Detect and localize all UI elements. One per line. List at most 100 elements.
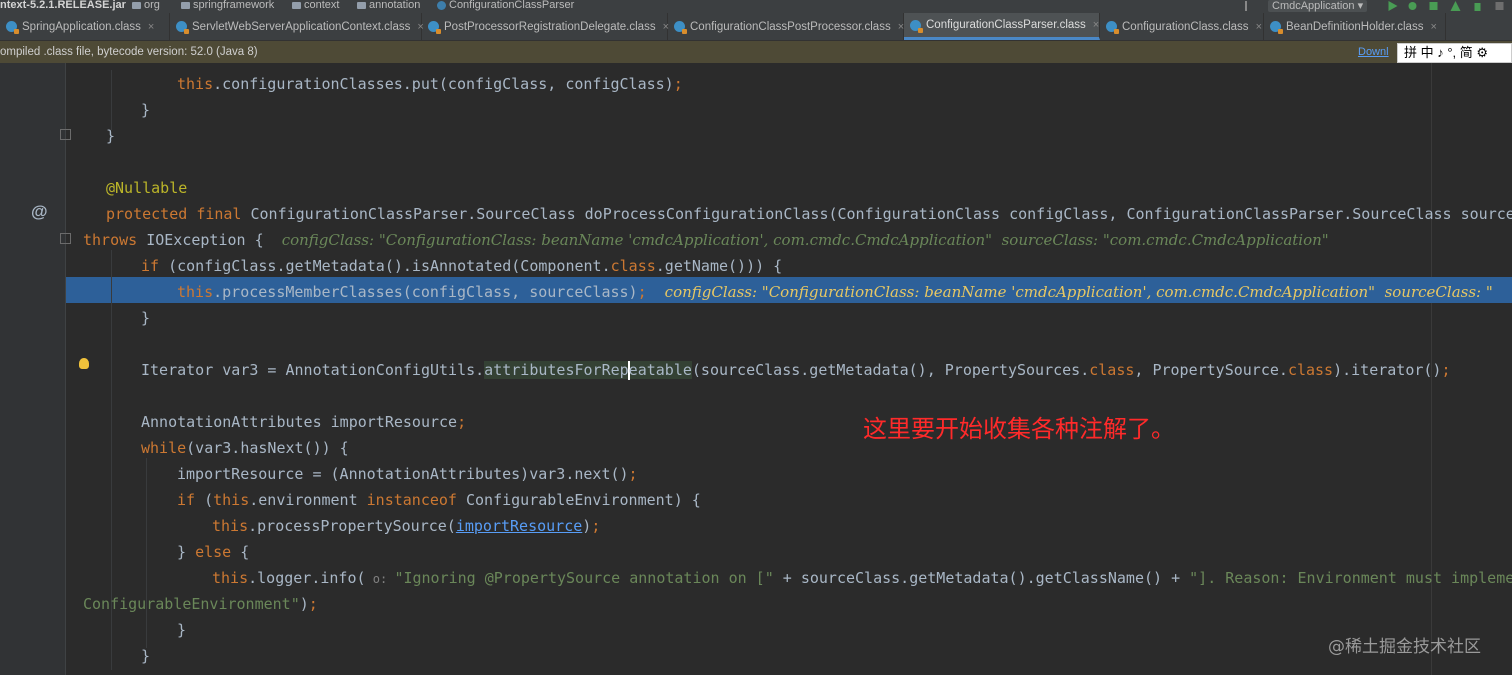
code-line: this.configurationClasses.put(configClas… — [177, 71, 683, 97]
code-line: while(var3.hasNext()) { — [141, 435, 349, 461]
breadcrumb-annotation[interactable]: annotation — [357, 0, 420, 11]
ime-toolbar[interactable]: 拼 中 ♪ °, 简 ⚙ — [1397, 43, 1512, 63]
code-token: while — [141, 439, 187, 457]
stop-icon[interactable] — [1494, 1, 1505, 11]
code-token: this — [212, 569, 249, 587]
download-sources-link[interactable]: Downl — [1358, 41, 1389, 63]
code-line: @Nullable — [106, 175, 187, 201]
editor-tab-strip: SpringApplication.class × ServletWebServ… — [0, 13, 1512, 41]
tab-label: ServletWebServerApplicationContext.class — [192, 20, 411, 33]
code-token: Iterator var3 = AnnotationConfigUtils. — [141, 361, 485, 379]
code-token: throws — [83, 231, 138, 249]
class-file-icon — [1270, 21, 1283, 34]
breadcrumb-class[interactable]: ConfigurationClassParser — [437, 0, 574, 11]
close-icon[interactable]: × — [148, 21, 154, 33]
tab-label: ConfigurationClassPostProcessor.class — [690, 20, 891, 33]
code-token: .configurationClasses.put(configClass, c… — [213, 75, 674, 93]
tab-configuration-class-parser[interactable]: ConfigurationClassParser.class × — [904, 13, 1100, 40]
code-token: if — [141, 257, 160, 275]
breadcrumb-annotation-label: annotation — [369, 0, 421, 11]
code-token: (sourceClass.getMetadata(), PropertySour… — [691, 361, 1090, 379]
tab-label: ConfigurationClass.class — [1122, 20, 1249, 33]
code-token: class — [610, 257, 656, 275]
close-icon[interactable]: × — [1093, 19, 1099, 31]
class-file-icon — [674, 21, 687, 34]
breadcrumb-context-label: context — [304, 0, 340, 11]
tab-configuration-class-post-processor[interactable]: ConfigurationClassPostProcessor.class × — [668, 13, 904, 40]
code-line: } — [177, 617, 186, 643]
breadcrumb-context[interactable]: context — [292, 0, 339, 11]
code-token: + sourceClass.getMetadata().getClassName… — [773, 569, 1190, 587]
code-token: "Ignoring @PropertySource annotation on … — [394, 569, 774, 587]
code-token: else — [195, 543, 232, 561]
code-token: attributesForRepeatable — [484, 361, 692, 380]
code-token: .getName())) { — [655, 257, 783, 275]
watermark: @稀土掘金技术社区 — [1328, 637, 1481, 657]
code-token: } — [106, 127, 116, 145]
code-line: importResource = (AnnotationAttributes)v… — [177, 461, 638, 487]
class-file-icon — [1106, 21, 1119, 34]
tab-spring-application[interactable]: SpringApplication.class × — [0, 13, 170, 40]
profile-icon[interactable] — [1450, 1, 1461, 11]
code-token: } — [177, 621, 187, 639]
code-token: ConfigurableEnvironment" — [83, 595, 300, 613]
code-line: Iterator var3 = AnnotationConfigUtils.at… — [141, 357, 1451, 383]
breadcrumb-jar[interactable]: ntext-5.2.1.RELEASE.jar — [0, 0, 126, 11]
class-file-icon — [910, 19, 923, 33]
code-token: if — [177, 491, 196, 509]
code-token: this — [212, 517, 249, 535]
build-icon[interactable] — [1472, 1, 1483, 11]
tab-servlet-web-server-application-context[interactable]: ServletWebServerApplicationContext.class… — [170, 13, 424, 40]
class-file-icon — [176, 21, 189, 34]
code-line: } — [141, 97, 150, 123]
breadcrumb-springframework[interactable]: springframework — [181, 0, 274, 11]
tab-label: PostProcessorRegistrationDelegate.class — [444, 20, 656, 33]
override-marker-icon[interactable]: @ — [31, 202, 48, 222]
code-token: @Nullable — [106, 179, 188, 197]
code-token: this — [177, 75, 214, 93]
code-token: } — [177, 543, 196, 561]
code-token: IOException { — [137, 231, 264, 249]
inline-debug-value: configClass: "ConfigurationClass: beanNa… — [281, 231, 1329, 249]
breadcrumb-org[interactable]: org — [132, 0, 160, 11]
code-token: .environment — [249, 491, 367, 509]
code-token: ) — [299, 595, 309, 613]
code-token: attributesForRep — [484, 361, 629, 379]
folder-icon — [132, 2, 141, 9]
tab-configuration-class[interactable]: ConfigurationClass.class × — [1100, 13, 1264, 40]
run-icon[interactable] — [1387, 1, 1398, 11]
code-token: ; — [673, 75, 683, 93]
close-icon[interactable]: × — [1430, 21, 1436, 33]
code-token: this — [213, 491, 250, 509]
code-token: ; — [628, 465, 638, 483]
debug-icon[interactable] — [1407, 1, 1418, 11]
code-token: } — [141, 101, 151, 119]
tab-bean-definition-holder[interactable]: BeanDefinitionHolder.class × — [1264, 13, 1446, 40]
tab-label: SpringApplication.class — [22, 20, 141, 33]
code-line: if (configClass.getMetadata().isAnnotate… — [141, 253, 782, 279]
tab-post-processor-registration-delegate[interactable]: PostProcessorRegistrationDelegate.class … — [422, 13, 669, 40]
code-token: (var3.hasNext()) { — [186, 439, 349, 457]
run-configuration-dropdown[interactable]: CmdcApplication ▾ — [1268, 0, 1368, 12]
coverage-icon[interactable] — [1428, 1, 1439, 11]
code-token: this — [177, 283, 214, 301]
code-token: ; — [637, 283, 647, 301]
editor-gutter[interactable] — [0, 63, 66, 675]
code-link[interactable]: importResource — [456, 517, 582, 535]
breadcrumb-class-label: ConfigurationClassParser — [449, 0, 575, 11]
code-line: throws IOException { configClass: "Confi… — [83, 227, 1329, 253]
code-token: ).iterator() — [1333, 361, 1442, 379]
breadcrumb-springframework-label: springframework — [193, 0, 275, 11]
close-icon[interactable]: × — [1256, 21, 1262, 33]
code-editor[interactable]: this.configurationClasses.put(configClas… — [66, 63, 1512, 675]
tab-label: BeanDefinitionHolder.class — [1286, 20, 1424, 33]
inline-debug-value: configClass: "ConfigurationClass: beanNa… — [664, 283, 1493, 301]
code-token: ConfigurationClassParser.SourceClass doP… — [241, 205, 1512, 223]
folder-icon — [181, 2, 190, 9]
class-icon — [437, 1, 446, 10]
code-line: } — [141, 643, 150, 669]
code-token: class — [1089, 361, 1135, 379]
code-token: ; — [308, 595, 318, 613]
code-token: } — [141, 647, 151, 665]
annotation-note: 这里要开始收集各种注解了。 — [863, 415, 1175, 443]
